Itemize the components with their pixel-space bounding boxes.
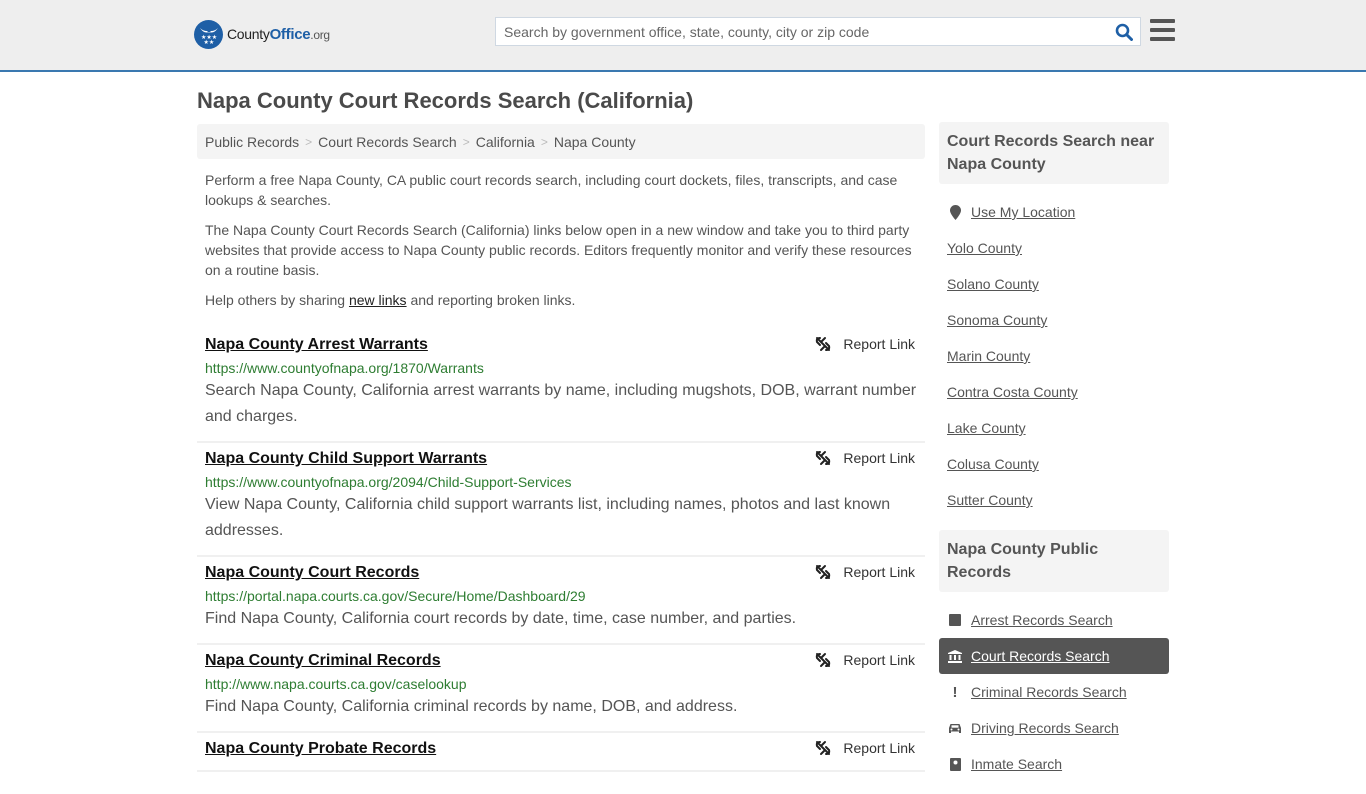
svg-text:★★: ★★ — [203, 39, 214, 45]
result-url: http://www.napa.courts.ca.gov/caselookup — [205, 676, 467, 692]
public-record-item-court[interactable]: Court Records Search — [939, 638, 1169, 674]
search-icon — [1115, 23, 1133, 41]
square-icon — [947, 614, 963, 626]
public-record-link[interactable]: Driving Records Search — [971, 720, 1119, 736]
public-record-item-arrest[interactable]: Arrest Records Search — [939, 602, 1169, 638]
broken-link-icon — [816, 653, 831, 667]
public-records-list: Arrest Records Search Court Records Sear… — [939, 592, 1169, 794]
site-header: ★★★ ★★ CountyOffice.org — [0, 0, 1366, 72]
hamburger-menu-icon[interactable] — [1150, 19, 1175, 41]
use-my-location-item[interactable]: Use My Location — [939, 194, 1169, 230]
intro-text: Perform a free Napa County, CA public co… — [197, 170, 925, 310]
nearby-county-item[interactable]: Colusa County — [939, 446, 1169, 482]
nearby-county-item[interactable]: Yolo County — [939, 230, 1169, 266]
public-record-item-inmate[interactable]: Inmate Search — [939, 746, 1169, 782]
site-logo[interactable]: ★★★ ★★ CountyOffice.org — [194, 20, 330, 49]
result-item: Napa County Child Support Warrants Repor… — [197, 443, 925, 557]
nearby-county-item[interactable]: Sutter County — [939, 482, 1169, 518]
nearby-county-link[interactable]: Sonoma County — [947, 312, 1047, 328]
nearby-county-link[interactable]: Colusa County — [947, 456, 1039, 472]
use-my-location-link[interactable]: Use My Location — [971, 204, 1075, 220]
broken-link-icon — [816, 337, 831, 351]
broken-link-icon — [816, 741, 831, 755]
result-description: Find Napa County, California criminal re… — [205, 698, 738, 715]
intro-paragraph: Perform a free Napa County, CA public co… — [205, 172, 898, 208]
report-link-button[interactable]: Report Link — [815, 564, 915, 580]
result-title-link[interactable]: Napa County Criminal Records — [205, 651, 441, 671]
broken-link-icon — [816, 451, 831, 465]
car-icon — [947, 723, 963, 734]
inmate-icon — [947, 757, 963, 771]
courthouse-icon — [947, 649, 963, 663]
report-link-button[interactable]: Report Link — [815, 336, 915, 352]
public-record-link[interactable]: Criminal Records Search — [971, 684, 1127, 700]
result-item: Napa County Probate Records Report Link — [197, 733, 925, 772]
breadcrumb-separator: > — [540, 134, 548, 149]
map-marker-icon — [947, 204, 963, 220]
result-title-link[interactable]: Napa County Child Support Warrants — [205, 449, 487, 469]
nearby-county-link[interactable]: Yolo County — [947, 240, 1022, 256]
public-record-item-driving[interactable]: Driving Records Search — [939, 710, 1169, 746]
result-description: Search Napa County, California arrest wa… — [205, 382, 917, 425]
result-title-link[interactable]: Napa County Probate Records — [205, 739, 436, 759]
result-item: Napa County Criminal Records Report Link… — [197, 645, 925, 733]
breadcrumb-court-records-search[interactable]: Court Records Search — [318, 134, 457, 150]
nearby-county-item[interactable]: Solano County — [939, 266, 1169, 302]
nearby-county-item[interactable]: Contra Costa County — [939, 374, 1169, 410]
result-description: View Napa County, California child suppo… — [205, 496, 891, 539]
public-record-link[interactable]: Court Records Search — [971, 648, 1110, 664]
search-input[interactable] — [496, 18, 1108, 45]
sidebar: Court Records Search near Napa County Us… — [939, 122, 1169, 794]
eagle-logo-icon: ★★★ ★★ — [194, 20, 223, 49]
nearby-county-link[interactable]: Lake County — [947, 420, 1026, 436]
result-title-link[interactable]: Napa County Arrest Warrants — [205, 335, 428, 355]
public-record-link[interactable]: Inmate Search — [971, 756, 1062, 772]
search-button[interactable] — [1108, 18, 1140, 45]
logo-wordmark: CountyOffice.org — [227, 26, 330, 43]
breadcrumb-napa-county[interactable]: Napa County — [554, 134, 636, 150]
search-bar — [495, 17, 1141, 46]
result-url: https://portal.napa.courts.ca.gov/Secure… — [205, 588, 586, 604]
exclamation-icon: ! — [952, 683, 958, 701]
nearby-heading: Court Records Search near Napa County — [939, 122, 1169, 184]
report-link-button[interactable]: Report Link — [815, 740, 915, 756]
nearby-county-item[interactable]: Lake County — [939, 410, 1169, 446]
new-links-link[interactable]: new links — [349, 292, 407, 308]
result-url: https://www.countyofnapa.org/1870/Warran… — [205, 360, 484, 376]
results-list: Napa County Arrest Warrants Report Link … — [197, 329, 925, 772]
nearby-list: Use My Location Yolo County Solano Count… — [939, 184, 1169, 530]
public-record-link[interactable]: Arrest Records Search — [971, 612, 1113, 628]
breadcrumb-california[interactable]: California — [476, 134, 535, 150]
main-content: Public Records > Court Records Search > … — [197, 124, 925, 772]
broken-link-icon — [816, 565, 831, 579]
nearby-county-link[interactable]: Marin County — [947, 348, 1030, 364]
nearby-county-link[interactable]: Solano County — [947, 276, 1039, 292]
breadcrumb: Public Records > Court Records Search > … — [197, 124, 925, 159]
report-link-button[interactable]: Report Link — [815, 450, 915, 466]
nearby-county-item[interactable]: Marin County — [939, 338, 1169, 374]
breadcrumb-separator: > — [462, 134, 470, 149]
result-url: https://www.countyofnapa.org/2094/Child-… — [205, 474, 572, 490]
nearby-county-item[interactable]: Sonoma County — [939, 302, 1169, 338]
result-description: Find Napa County, California court recor… — [205, 610, 797, 627]
nearby-county-link[interactable]: Sutter County — [947, 492, 1033, 508]
nearby-county-link[interactable]: Contra Costa County — [947, 384, 1078, 400]
public-records-heading: Napa County Public Records — [939, 530, 1169, 592]
breadcrumb-separator: > — [305, 134, 313, 149]
intro-paragraph: The Napa County Court Records Search (Ca… — [205, 222, 912, 278]
result-item: Napa County Court Records Report Link ht… — [197, 557, 925, 645]
breadcrumb-public-records[interactable]: Public Records — [205, 134, 299, 150]
page-title: Napa County Court Records Search (Califo… — [197, 88, 694, 113]
share-links-paragraph: Help others by sharing new links and rep… — [205, 292, 576, 308]
public-record-item-criminal[interactable]: ! Criminal Records Search — [939, 674, 1169, 710]
result-item: Napa County Arrest Warrants Report Link … — [197, 329, 925, 443]
result-title-link[interactable]: Napa County Court Records — [205, 563, 419, 583]
report-link-button[interactable]: Report Link — [815, 652, 915, 668]
